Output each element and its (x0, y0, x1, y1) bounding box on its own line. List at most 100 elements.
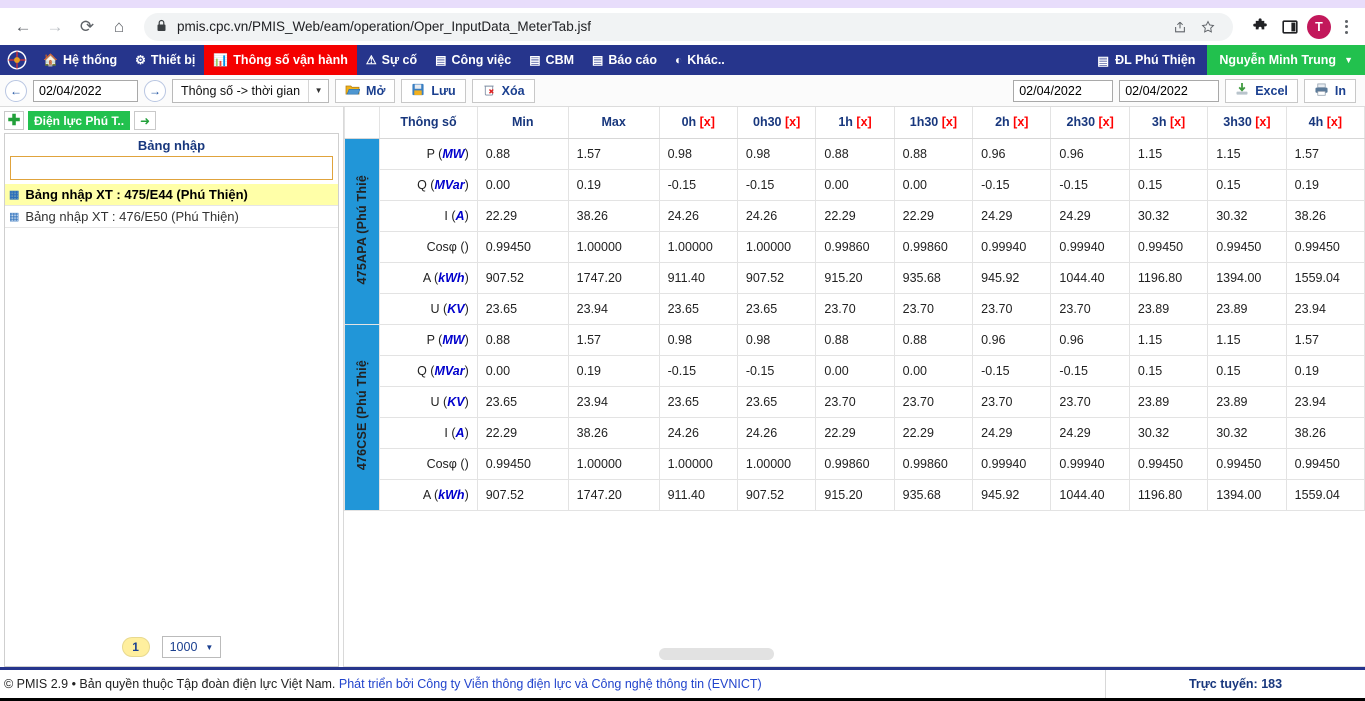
cell-value[interactable]: 1.15 (1207, 137, 1287, 170)
footer-link[interactable]: Phát triển bởi Công ty Viễn thông điện l… (339, 677, 762, 691)
cell-value[interactable]: 1559.04 (1285, 478, 1365, 511)
cell-value[interactable]: 23.70 (1050, 385, 1130, 418)
cell-value[interactable]: 1044.40 (1050, 478, 1130, 511)
cell-value[interactable]: 1.00000 (736, 447, 817, 480)
column-clear-icon[interactable]: [x] (1170, 115, 1185, 129)
cell-value[interactable]: 0.96 (972, 323, 1052, 356)
cell-value[interactable]: 945.92 (972, 478, 1052, 511)
date-from-input[interactable]: 02/04/2022 (1013, 79, 1114, 102)
cell-value[interactable]: 1.15 (1128, 137, 1209, 170)
cell-value[interactable]: 1196.80 (1128, 261, 1209, 294)
nav-item-5[interactable]: ▤ CBM (520, 45, 583, 75)
column-header-time-4[interactable]: 2h [x] (972, 107, 1052, 139)
nav-item-7[interactable]: ◐ Khác.. (666, 45, 734, 75)
cell-value[interactable]: 1196.80 (1128, 478, 1209, 511)
cell-value[interactable]: 1.57 (1285, 323, 1365, 356)
cell-value[interactable]: 23.89 (1207, 385, 1287, 418)
cell-value[interactable]: 0.99450 (1285, 230, 1365, 263)
nav-item-6[interactable]: ▤ Báo cáo (583, 45, 666, 75)
date-input[interactable]: 02/04/2022 (33, 79, 138, 102)
cell-value[interactable]: -0.15 (1050, 354, 1130, 387)
column-clear-icon[interactable]: [x] (700, 115, 715, 129)
column-header-time-8[interactable]: 4h [x] (1285, 107, 1365, 139)
cell-value[interactable]: 0.15 (1128, 168, 1209, 201)
nav-item-3[interactable]: ⚠ Sự cố (357, 45, 426, 75)
page-number[interactable]: 1 (121, 637, 150, 657)
cell-value[interactable]: 0.99450 (1207, 230, 1287, 263)
column-header-param[interactable]: Thông số (379, 107, 478, 139)
cell-value[interactable]: 0.99860 (815, 447, 895, 480)
cell-value[interactable]: 0.99450 (1207, 447, 1287, 480)
cell-value[interactable]: -0.15 (1050, 168, 1130, 201)
cell-value[interactable]: 22.29 (893, 199, 974, 232)
cell-value[interactable]: 945.92 (972, 261, 1052, 294)
cell-value[interactable]: 23.70 (815, 385, 895, 418)
cell-value[interactable]: 0.88 (815, 137, 895, 170)
cell-value[interactable]: 23.89 (1128, 292, 1209, 325)
cell-value[interactable]: 0.99860 (893, 447, 974, 480)
cell-value[interactable]: 1.00000 (658, 230, 738, 263)
add-button[interactable]: ✚ (4, 111, 24, 130)
cell-value[interactable]: 0.00 (893, 354, 974, 387)
cell-value[interactable]: 0.96 (972, 137, 1052, 170)
side-panel-icon[interactable] (1277, 14, 1303, 40)
cell-value[interactable]: 911.40 (658, 261, 738, 294)
cell-value[interactable]: 23.70 (972, 292, 1052, 325)
table-scroll-area[interactable]: Thông số Min Max 0h [x] 0h30 [x] 1h [x] 1h30 [… (343, 107, 1365, 641)
cell-value[interactable]: 23.65 (658, 385, 738, 418)
cell-value[interactable]: 23.94 (1285, 292, 1365, 325)
cell-value[interactable]: 0.98 (736, 137, 817, 170)
cell-value[interactable]: 24.26 (736, 416, 817, 449)
list-item[interactable]: ▦ Bảng nhập XT : 476/E50 (Phú Thiện) (5, 206, 338, 228)
cell-value[interactable]: 23.70 (815, 292, 895, 325)
cell-value[interactable]: 1044.40 (1050, 261, 1130, 294)
cell-value[interactable]: 30.32 (1207, 199, 1287, 232)
column-clear-icon[interactable]: [x] (856, 115, 871, 129)
back-icon[interactable]: ← (8, 12, 38, 42)
cell-value[interactable]: 0.99940 (1050, 447, 1130, 480)
cell-value[interactable]: 23.70 (893, 385, 974, 418)
cell-value[interactable]: 0.99860 (815, 230, 895, 263)
rows-per-page-select[interactable]: 1000 ▼ (161, 636, 222, 658)
cell-value[interactable]: 24.29 (972, 416, 1052, 449)
cell-value[interactable]: 0.15 (1207, 354, 1287, 387)
cell-value[interactable]: 30.32 (1207, 416, 1287, 449)
cell-value[interactable]: 0.99860 (893, 230, 974, 263)
horizontal-scrollbar[interactable] (343, 641, 1365, 667)
cell-value[interactable]: 23.65 (658, 292, 738, 325)
cell-value[interactable]: 0.99940 (972, 230, 1052, 263)
cell-value[interactable]: 915.20 (815, 478, 895, 511)
cell-value[interactable]: 915.20 (815, 261, 895, 294)
cell-value[interactable]: 0.98 (658, 137, 738, 170)
cell-value[interactable]: 1.00000 (658, 447, 738, 480)
cell-value[interactable]: 0.00 (815, 168, 895, 201)
nav-item-4[interactable]: ▤ Công việc (426, 45, 520, 75)
column-clear-icon[interactable]: [x] (942, 115, 957, 129)
cell-value[interactable]: 23.70 (893, 292, 974, 325)
cell-value[interactable]: 24.29 (1050, 416, 1130, 449)
nav-item-1[interactable]: ⚙ Thiết bị (126, 45, 204, 75)
column-header-min[interactable]: Min (476, 107, 569, 139)
cell-value[interactable]: 23.65 (736, 292, 817, 325)
cell-value[interactable]: 0.99450 (1128, 230, 1209, 263)
cell-value[interactable]: -0.15 (972, 354, 1052, 387)
column-header-time-0[interactable]: 0h [x] (658, 107, 738, 139)
org-tag[interactable]: Điện lực Phú T.. (28, 111, 131, 130)
cell-value[interactable]: 22.29 (815, 199, 895, 232)
cell-value[interactable]: 0.96 (1050, 323, 1130, 356)
org-selector[interactable]: ▤ ĐL Phú Thiện (1085, 45, 1207, 75)
nav-item-0[interactable]: 🏠 Hệ thống (34, 45, 126, 75)
cell-value[interactable]: 23.89 (1128, 385, 1209, 418)
cell-value[interactable]: 1394.00 (1207, 261, 1287, 294)
cell-value[interactable]: 0.88 (893, 137, 974, 170)
cell-value[interactable]: 1559.04 (1285, 261, 1365, 294)
export-excel-button[interactable]: Excel (1225, 78, 1298, 103)
column-header-time-6[interactable]: 3h [x] (1128, 107, 1209, 139)
cell-value[interactable]: 0.88 (893, 323, 974, 356)
cell-value[interactable]: 1.00000 (736, 230, 817, 263)
cell-value[interactable]: 0.99940 (1050, 230, 1130, 263)
cell-value[interactable]: 23.70 (972, 385, 1052, 418)
cell-value[interactable]: 24.29 (972, 199, 1052, 232)
cell-value[interactable]: 0.96 (1050, 137, 1130, 170)
column-clear-icon[interactable]: [x] (785, 115, 800, 129)
